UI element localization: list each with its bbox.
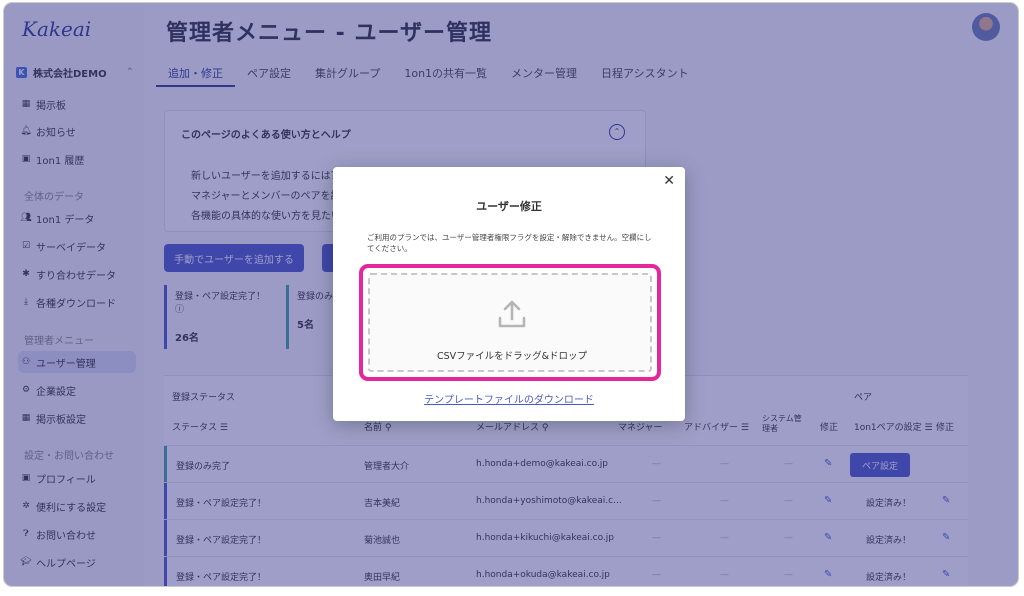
csv-drop-zone[interactable]: CSVファイルをドラッグ&ドロップ — [368, 273, 652, 372]
modal-title: ユーザー修正 — [476, 200, 542, 213]
user-edit-modal: ✕ ユーザー修正 ご利用のプランでは、ユーザー管理者権限フラグを設定・解除できま… — [333, 167, 685, 421]
drop-zone-highlight: CSVファイルをドラッグ&ドロップ — [359, 264, 661, 381]
modal-note: ご利用のプランでは、ユーザー管理者権限フラグを設定・解除できません。空欄にしてく… — [367, 233, 652, 253]
template-download-link[interactable]: テンプレートファイルのダウンロード — [333, 391, 685, 406]
app-window: Kakeai K 株式会社DEMO ⌃ ▦ 掲示板 🔔︎ お知らせ ▣ 1on1… — [4, 3, 1018, 586]
upload-icon — [498, 300, 526, 328]
drop-zone-label: CSVファイルをドラッグ&ドロップ — [436, 351, 588, 362]
close-icon[interactable]: ✕ — [663, 173, 675, 189]
